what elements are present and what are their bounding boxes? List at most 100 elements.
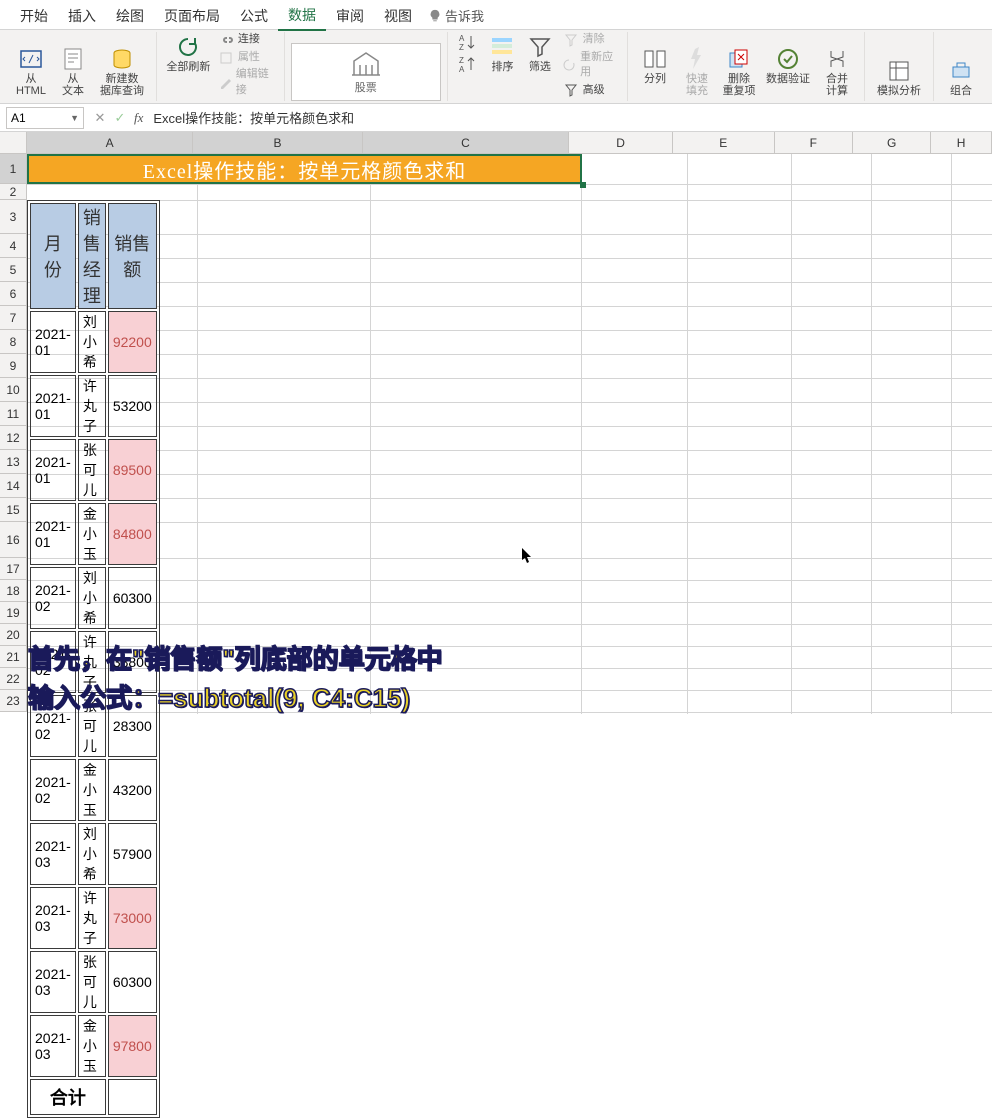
row-header-5[interactable]: 5	[0, 258, 27, 282]
cell-month-4[interactable]: 2021-02	[30, 567, 76, 629]
cell-amount-3[interactable]: 84800	[108, 503, 157, 565]
row-header-22[interactable]: 22	[0, 668, 27, 690]
from-text-button[interactable]: 从 文本	[52, 43, 94, 99]
edit-links-button[interactable]: 编辑链接	[214, 66, 278, 99]
cell-amount-10[interactable]: 60300	[108, 951, 157, 1013]
sort-asc-button[interactable]: AZ	[454, 31, 480, 53]
total-value-cell[interactable]	[108, 1079, 157, 1115]
cell-amount-11[interactable]: 97800	[108, 1015, 157, 1077]
cell-amount-2[interactable]: 89500	[108, 439, 157, 501]
new-db-query-button[interactable]: 新建数 据库查询	[94, 43, 150, 99]
tab-formula[interactable]: 公式	[230, 2, 278, 30]
row-header-6[interactable]: 6	[0, 282, 27, 306]
enter-formula-button[interactable]: ✓	[110, 110, 130, 126]
row-header-11[interactable]: 11	[0, 402, 27, 426]
select-all-corner[interactable]	[0, 132, 27, 154]
row-header-17[interactable]: 17	[0, 558, 27, 580]
cell-month-0[interactable]: 2021-01	[30, 311, 76, 373]
cell-manager-7[interactable]: 金小玉	[78, 759, 106, 821]
cell-month-1[interactable]: 2021-01	[30, 375, 76, 437]
name-box[interactable]: A1▼	[6, 107, 84, 129]
total-label-cell[interactable]: 合计	[30, 1079, 106, 1115]
stocks-data-type[interactable]: 股票	[291, 43, 441, 101]
header-month[interactable]: 月份	[30, 203, 76, 309]
col-header-D[interactable]: D	[569, 132, 673, 154]
tab-draw[interactable]: 绘图	[106, 2, 154, 30]
sort-desc-button[interactable]: ZA	[454, 53, 480, 75]
row-header-2[interactable]: 2	[0, 184, 27, 200]
row-header-23[interactable]: 23	[0, 690, 27, 712]
fx-icon[interactable]: fx	[134, 110, 143, 126]
tab-data[interactable]: 数据	[278, 1, 326, 31]
cell-manager-11[interactable]: 金小玉	[78, 1015, 106, 1077]
cell-manager-10[interactable]: 张可儿	[78, 951, 106, 1013]
cell-manager-1[interactable]: 许丸子	[78, 375, 106, 437]
row-header-21[interactable]: 21	[0, 646, 27, 668]
col-header-G[interactable]: G	[853, 132, 931, 154]
row-header-12[interactable]: 12	[0, 426, 27, 450]
tab-insert[interactable]: 插入	[58, 2, 106, 30]
cell-month-3[interactable]: 2021-01	[30, 503, 76, 565]
cell-month-9[interactable]: 2021-03	[30, 887, 76, 949]
col-header-A[interactable]: A	[27, 132, 193, 154]
tab-layout[interactable]: 页面布局	[154, 2, 230, 30]
cell-amount-8[interactable]: 57900	[108, 823, 157, 885]
row-header-10[interactable]: 10	[0, 378, 27, 402]
cell-month-2[interactable]: 2021-01	[30, 439, 76, 501]
cell-amount-9[interactable]: 73000	[108, 887, 157, 949]
cell-amount-1[interactable]: 53200	[108, 375, 157, 437]
cell-manager-9[interactable]: 许丸子	[78, 887, 106, 949]
cell-amount-4[interactable]: 60300	[108, 567, 157, 629]
group-button[interactable]: 组合	[940, 55, 982, 99]
selection-handle[interactable]	[580, 182, 586, 188]
row-header-8[interactable]: 8	[0, 330, 27, 354]
col-header-E[interactable]: E	[673, 132, 775, 154]
row-header-15[interactable]: 15	[0, 498, 27, 522]
cell-title-merged[interactable]: Excel操作技能：按单元格颜色求和	[27, 154, 582, 184]
cell-month-10[interactable]: 2021-03	[30, 951, 76, 1013]
cell-manager-0[interactable]: 刘小希	[78, 311, 106, 373]
cell-month-8[interactable]: 2021-03	[30, 823, 76, 885]
row-header-18[interactable]: 18	[0, 580, 27, 602]
tab-review[interactable]: 审阅	[326, 2, 374, 30]
cell-month-7[interactable]: 2021-02	[30, 759, 76, 821]
tab-view[interactable]: 视图	[374, 2, 422, 30]
cell-amount-0[interactable]: 92200	[108, 311, 157, 373]
properties-button[interactable]: 属性	[214, 49, 278, 66]
cell-month-11[interactable]: 2021-03	[30, 1015, 76, 1077]
advanced-filter-button[interactable]: 高级	[559, 82, 621, 99]
tab-start[interactable]: 开始	[10, 2, 58, 30]
cell-amount-7[interactable]: 43200	[108, 759, 157, 821]
header-amount[interactable]: 销售额	[108, 203, 157, 309]
row-header-16[interactable]: 16	[0, 522, 27, 558]
reapply-button[interactable]: 重新应用	[559, 49, 621, 82]
whatif-button[interactable]: 模拟分析	[871, 55, 927, 99]
formula-input[interactable]: Excel操作技能：按单元格颜色求和	[147, 108, 992, 127]
row-header-14[interactable]: 14	[0, 474, 27, 498]
header-manager[interactable]: 销售经理	[78, 203, 106, 309]
flash-fill-button[interactable]: 快速 填充	[676, 43, 718, 99]
row-header-1[interactable]: 1	[0, 154, 27, 184]
cell-manager-3[interactable]: 金小玉	[78, 503, 106, 565]
connections-button[interactable]: 连接	[214, 31, 278, 48]
row-header-3[interactable]: 3	[0, 200, 27, 234]
col-header-F[interactable]: F	[775, 132, 853, 154]
filter-button[interactable]: 筛选	[521, 31, 558, 75]
col-header-B[interactable]: B	[193, 132, 362, 154]
cell-manager-8[interactable]: 刘小希	[78, 823, 106, 885]
sort-button[interactable]: 排序	[484, 31, 521, 75]
data-validation-button[interactable]: 数据验证	[760, 43, 816, 87]
row-header-9[interactable]: 9	[0, 354, 27, 378]
col-header-C[interactable]: C	[363, 132, 569, 154]
clear-filter-button[interactable]: 清除	[559, 31, 621, 48]
spreadsheet[interactable]: ABCDEFGH 1234567891011121314151617181920…	[0, 132, 992, 720]
cell-manager-4[interactable]: 刘小希	[78, 567, 106, 629]
col-header-H[interactable]: H	[931, 132, 992, 154]
from-html-button[interactable]: 从 HTML	[10, 43, 52, 99]
consolidate-button[interactable]: 合并 计算	[816, 43, 858, 99]
row-header-7[interactable]: 7	[0, 306, 27, 330]
cell-manager-2[interactable]: 张可儿	[78, 439, 106, 501]
row-header-13[interactable]: 13	[0, 450, 27, 474]
row-header-4[interactable]: 4	[0, 234, 27, 258]
cancel-formula-button[interactable]: ✕	[90, 110, 110, 126]
